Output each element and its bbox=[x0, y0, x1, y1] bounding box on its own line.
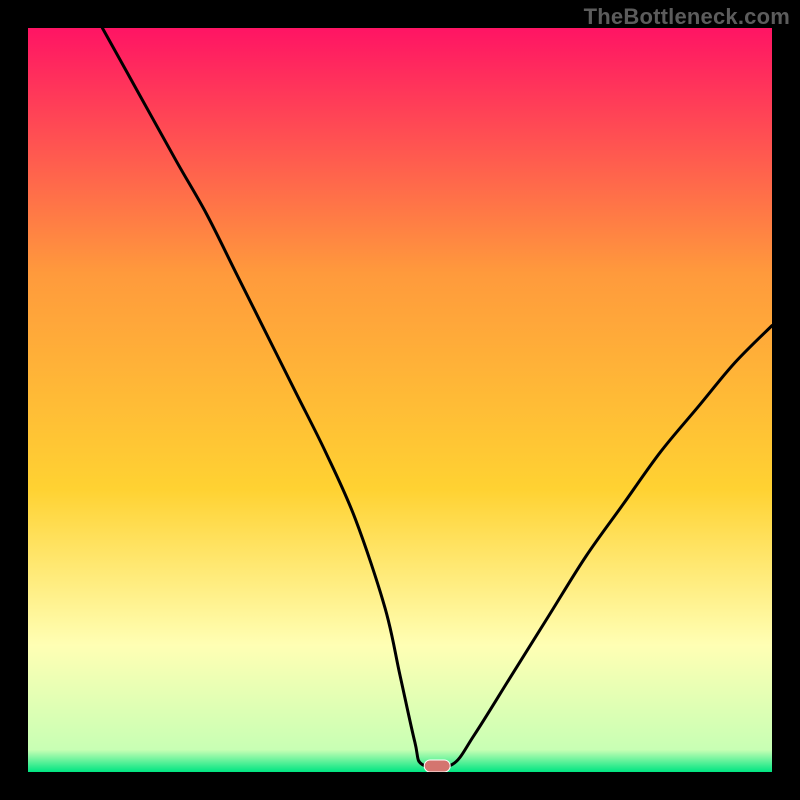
chart-frame: TheBottleneck.com bbox=[0, 0, 800, 800]
optimal-marker bbox=[424, 760, 450, 772]
gradient-background bbox=[28, 28, 772, 772]
plot-area bbox=[28, 28, 772, 772]
plot-svg bbox=[28, 28, 772, 772]
watermark-text: TheBottleneck.com bbox=[584, 4, 790, 30]
